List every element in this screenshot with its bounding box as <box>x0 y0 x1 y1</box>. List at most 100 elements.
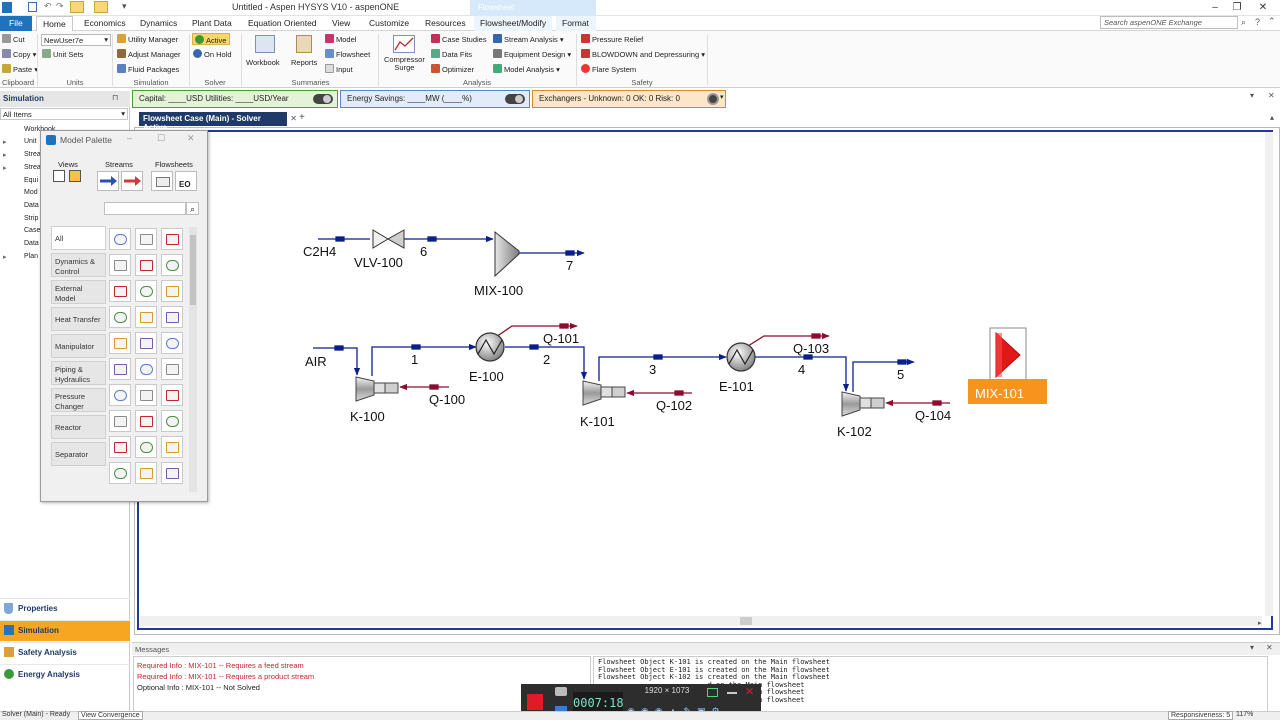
subflowsheet-button[interactable] <box>151 171 173 191</box>
recorder-close-icon[interactable]: ✕ <box>745 685 754 698</box>
label-k-101[interactable]: K-101 <box>580 414 615 429</box>
mixer-mix-100[interactable] <box>494 230 520 278</box>
palette-unit-op-button[interactable] <box>109 332 131 354</box>
palette-unit-op-button[interactable] <box>161 410 183 432</box>
ribbon-collapse-icon[interactable]: ⌃ <box>1268 16 1276 27</box>
energy-toggle[interactable] <box>505 94 525 104</box>
region-icon[interactable] <box>707 688 718 697</box>
palette-unit-grid[interactable] <box>108 227 188 492</box>
utility-manager-button[interactable]: Utility Manager <box>117 34 178 44</box>
tree-expand-icon[interactable]: ▸ <box>3 164 7 172</box>
label-vlv-100[interactable]: VLV-100 <box>354 255 403 270</box>
flowsheet-diagram[interactable]: C2H4 VLV-100 6 7 MIX-100 AIR 1 2 3 4 5 E… <box>137 130 1273 630</box>
exchanger-e-101[interactable] <box>726 342 756 372</box>
adjust-manager-button[interactable]: Adjust Manager <box>117 49 181 59</box>
palette-unit-op-button[interactable] <box>109 254 131 276</box>
fluid-packages-button[interactable]: Fluid Packages <box>117 64 179 74</box>
view-convergence-button[interactable]: View Convergence <box>78 711 143 720</box>
label-c2h4[interactable]: C2H4 <box>303 244 336 259</box>
palette-category-dynamics[interactable]: Dynamics & Control <box>51 253 106 277</box>
palette-unit-op-button[interactable] <box>135 410 157 432</box>
valve-vlv-100[interactable] <box>372 229 405 249</box>
stream-2-marker[interactable] <box>529 344 539 350</box>
palette-unit-op-button[interactable] <box>135 280 157 302</box>
economics-strip[interactable]: Capital: ____USD Utilities: ____USD/Year <box>132 90 338 108</box>
minimize-button[interactable]: – <box>1204 1 1226 15</box>
palette-unit-op-button[interactable] <box>135 228 157 250</box>
palette-scrollbar[interactable] <box>189 227 197 492</box>
energy-stream-button[interactable] <box>121 171 143 191</box>
horizontal-scrollbar[interactable] <box>140 616 1262 626</box>
palette-category-separator[interactable]: Separator <box>51 442 106 466</box>
redo-icon[interactable]: ↷ <box>56 1 64 12</box>
label-q-103[interactable]: Q-103 <box>793 341 829 356</box>
palette-unit-op-button[interactable] <box>109 280 131 302</box>
nav-energy-analysis[interactable]: Energy Analysis <box>0 664 130 685</box>
palette-search-input[interactable] <box>104 202 186 215</box>
status-responsiveness[interactable]: Responsiveness: 5 <box>1168 711 1234 720</box>
restore-button[interactable]: ❐ <box>1226 1 1248 15</box>
stream-air-marker[interactable] <box>334 345 344 351</box>
tree-item[interactable]: Plan <box>24 253 38 260</box>
data-fits-button[interactable]: Data Fits <box>431 49 472 59</box>
menu-dynamics[interactable]: Dynamics <box>134 16 183 31</box>
record-stop-button[interactable] <box>527 694 543 710</box>
palette-unit-op-button[interactable] <box>161 306 183 328</box>
quick-access-dropdown-icon[interactable]: ▾ <box>122 1 127 12</box>
cut-button[interactable]: Cut <box>2 34 25 44</box>
palette-category-heat-transfer[interactable]: Heat Transfer <box>51 307 106 331</box>
close-button[interactable]: ✕ <box>1252 1 1274 15</box>
copy-button[interactable]: Copy ▾ <box>2 49 36 59</box>
stream-c2h4-marker[interactable] <box>335 236 345 242</box>
pin-icon[interactable]: ⊓ <box>112 93 118 102</box>
palette-category-external-model[interactable]: External Model <box>51 280 106 304</box>
compressor-k-101[interactable] <box>582 380 626 406</box>
search-icon[interactable]: ⌕ <box>1241 17 1246 28</box>
label-stream-4[interactable]: 4 <box>798 362 805 377</box>
palette-minimize-button[interactable]: – <box>127 133 132 143</box>
exchanger-e-100[interactable] <box>475 332 505 362</box>
pane-collapse-icon[interactable]: ▾ <box>1250 91 1254 100</box>
pressure-relief-button[interactable]: Pressure Relief <box>581 34 643 44</box>
palette-unit-op-button[interactable] <box>135 436 157 458</box>
new-tab-icon[interactable]: + <box>299 112 305 123</box>
navigation-filter-select[interactable]: All Items ▾ <box>0 108 128 120</box>
palette-scroll-thumb[interactable] <box>190 235 196 305</box>
energy-q103-marker[interactable] <box>811 333 821 339</box>
search-input[interactable]: Search aspenONE Exchange <box>1100 16 1238 29</box>
tree-item[interactable]: Strea <box>24 164 41 171</box>
label-stream-7[interactable]: 7 <box>566 258 573 273</box>
palette-unit-op-button[interactable] <box>161 462 183 484</box>
label-stream-6[interactable]: 6 <box>420 244 427 259</box>
scroll-right-icon[interactable]: ▸ <box>1258 619 1262 627</box>
palette-category-piping[interactable]: Piping & Hydraulics <box>51 361 106 385</box>
compressor-k-102[interactable] <box>841 391 885 417</box>
menu-view[interactable]: View <box>326 16 356 31</box>
tree-expand-icon[interactable]: ▸ <box>3 253 7 261</box>
menu-plant-data[interactable]: Plant Data <box>186 16 238 31</box>
reports-icon[interactable] <box>296 35 312 53</box>
tree-expand-icon[interactable]: ▸ <box>3 151 7 159</box>
palette-unit-op-button[interactable] <box>161 228 183 250</box>
material-stream-button[interactable] <box>97 171 119 191</box>
palette-unit-op-button[interactable] <box>161 384 183 406</box>
tree-item[interactable]: Strip <box>24 215 38 222</box>
search-icon[interactable]: ⌕ <box>186 202 199 215</box>
menu-economics[interactable]: Economics <box>78 16 132 31</box>
menu-home[interactable]: Home <box>36 16 73 31</box>
vertical-scrollbar[interactable] <box>1265 132 1273 616</box>
palette-unit-op-button[interactable] <box>135 306 157 328</box>
tree-item[interactable]: Equi <box>24 177 38 184</box>
model-button[interactable]: Model <box>325 34 356 44</box>
optimizer-button[interactable]: Optimizer <box>431 64 474 74</box>
label-e-100[interactable]: E-100 <box>469 369 504 384</box>
compressor-k-100[interactable] <box>355 376 399 402</box>
energy-q100-marker[interactable] <box>429 384 439 390</box>
stream-1-marker[interactable] <box>411 344 421 350</box>
label-stream-3[interactable]: 3 <box>649 362 656 377</box>
stream-1-line[interactable] <box>371 343 477 376</box>
palette-unit-op-button[interactable] <box>161 436 183 458</box>
stream-7-marker[interactable] <box>565 250 575 256</box>
flowsheet-summary-button[interactable]: Flowsheet <box>325 49 370 59</box>
menu-format[interactable]: Format <box>556 16 596 31</box>
